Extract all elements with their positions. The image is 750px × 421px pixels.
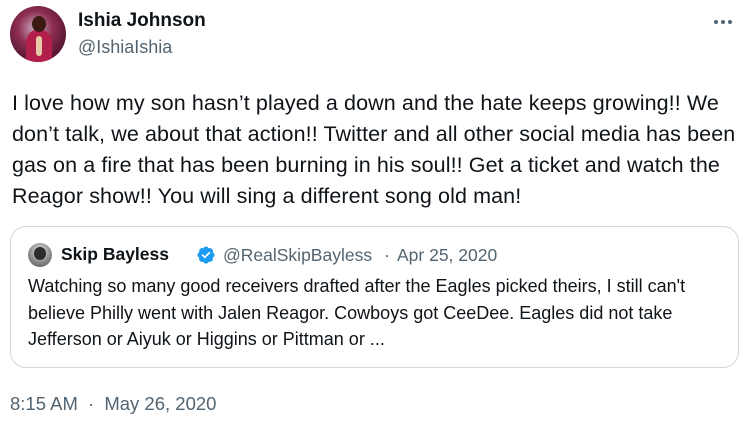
avatar-figure-accent — [36, 36, 42, 56]
avatar-figure-head — [32, 16, 46, 32]
quoted-separator: · — [384, 245, 390, 265]
quoted-author-display-name[interactable]: Skip Bayless — [61, 244, 169, 265]
tweet-text: I love how my son hasn’t played a down a… — [12, 91, 736, 208]
quoted-author-avatar[interactable] — [28, 243, 52, 267]
quoted-tweet[interactable]: Skip Bayless @RealSkipBayless · Apr 25, … — [10, 226, 739, 368]
timestamp-separator: · — [88, 393, 95, 414]
more-horizontal-icon-dot — [728, 20, 732, 24]
author-handle[interactable]: @IshiaIshia — [78, 37, 172, 58]
more-horizontal-icon — [714, 20, 718, 24]
tweet-card: Ishia Johnson @IshiaIshia I love how my … — [0, 0, 750, 421]
tweet-time: 8:15 AM — [10, 393, 78, 414]
quoted-avatar-face — [34, 247, 46, 260]
quoted-author-handle[interactable]: @RealSkipBayless — [223, 245, 372, 266]
verified-badge-icon — [197, 246, 215, 264]
more-horizontal-icon-dot — [721, 20, 725, 24]
author-avatar[interactable] — [10, 6, 66, 62]
tweet-timestamp[interactable]: 8:15 AM · May 26, 2020 — [10, 393, 216, 415]
quoted-date[interactable]: Apr 25, 2020 — [397, 245, 497, 266]
more-options-button[interactable] — [708, 10, 738, 34]
tweet-date: May 26, 2020 — [104, 393, 217, 414]
quoted-tweet-text: Watching so many good receivers drafted … — [28, 276, 686, 349]
author-display-name[interactable]: Ishia Johnson — [78, 10, 206, 32]
